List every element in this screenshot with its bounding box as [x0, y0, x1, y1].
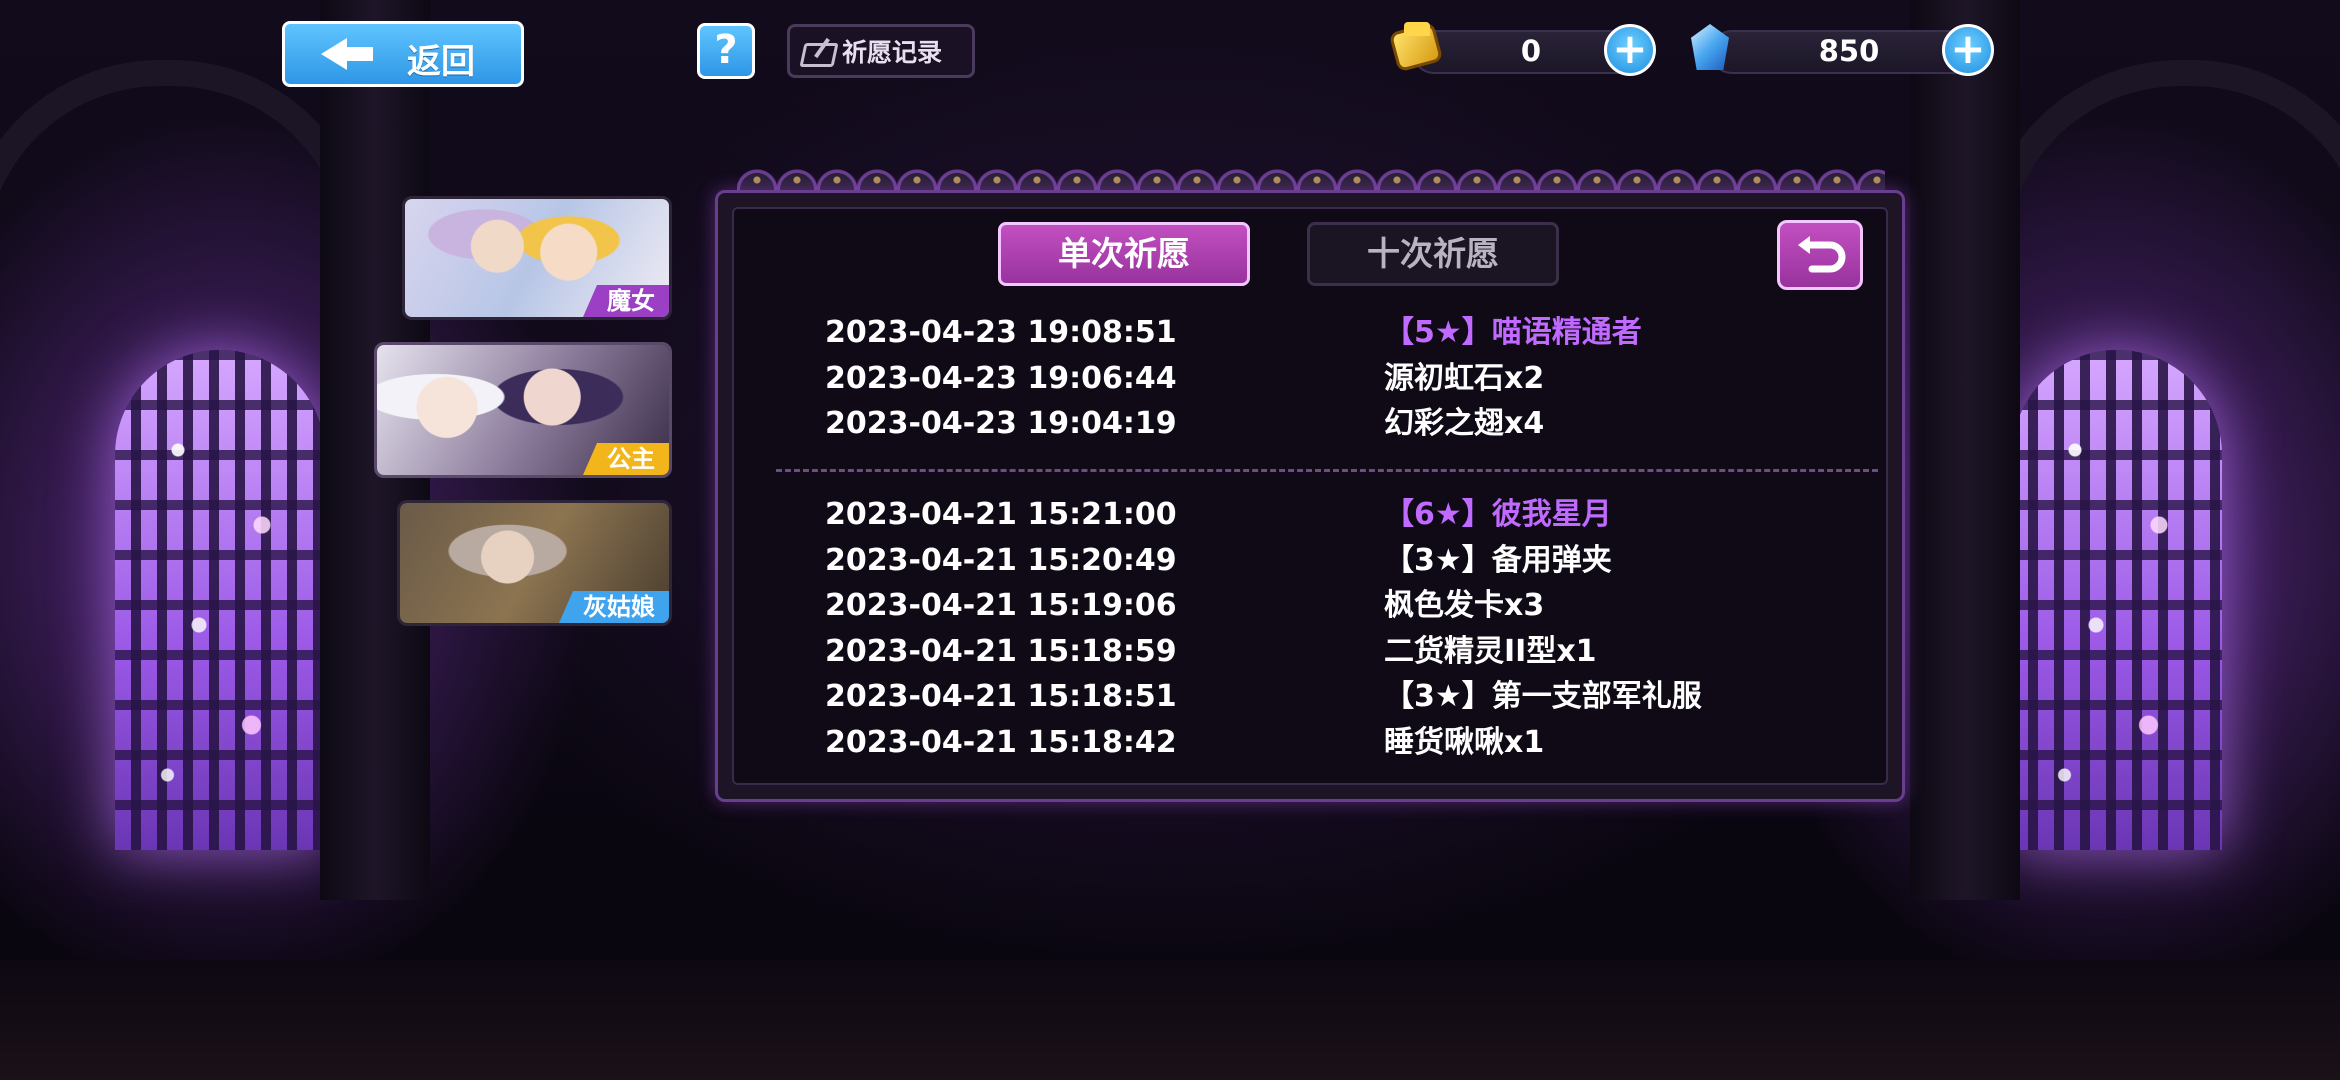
back-arrow-icon: [321, 38, 373, 70]
record-date: 2023-04-23 19:04:19: [825, 406, 1177, 441]
ticket-icon: [1392, 22, 1442, 74]
tab-princess-label: 公主: [583, 443, 669, 475]
record-row: 2023-04-21 15:20:49 【3★】备用弹夹: [825, 538, 1825, 584]
record-item: 【6★】彼我星月: [1384, 497, 1612, 532]
record-row: 2023-04-23 19:08:51 【5★】喵语精通者: [825, 310, 1825, 356]
record-item: 幻彩之翅x4: [1384, 406, 1545, 441]
gem-icon: [1685, 20, 1735, 76]
wish-record-button[interactable]: 祈愿记录: [787, 24, 975, 78]
right-pillar: [1910, 0, 2020, 900]
record-group-1: 2023-04-23 19:08:51 【5★】喵语精通者 2023-04-23…: [825, 310, 1825, 447]
tab-witch-label: 魔女: [583, 285, 669, 317]
record-date: 2023-04-21 15:18:51: [825, 679, 1177, 714]
back-button[interactable]: 返回: [282, 21, 524, 87]
right-stained-window: [2012, 350, 2222, 850]
record-date: 2023-04-21 15:19:06: [825, 588, 1177, 623]
record-date: 2023-04-23 19:06:44: [825, 360, 1177, 396]
record-item: 枫色发卡x3: [1384, 588, 1545, 623]
left-stained-window: [115, 350, 325, 850]
record-row: 2023-04-23 19:06:44 源初虹石x2: [825, 356, 1825, 402]
record-row: 2023-04-21 15:18:59 二货精灵II型x1: [825, 629, 1825, 675]
record-row: 2023-04-21 15:18:42 睡货啾啾x1: [825, 720, 1825, 766]
record-group-2: 2023-04-21 15:21:00 【6★】彼我星月 2023-04-21 …: [825, 492, 1825, 765]
tab-single-wish[interactable]: 单次祈愿: [998, 222, 1250, 286]
back-button-label: 返回: [407, 42, 475, 82]
record-item: 【5★】喵语精通者: [1384, 315, 1642, 350]
undo-arrow-icon: [1798, 236, 1846, 273]
add-ticket-button[interactable]: +: [1604, 24, 1656, 76]
tab-cinderella[interactable]: 灰姑娘: [397, 500, 672, 626]
wish-record-label: 祈愿记录: [842, 38, 943, 67]
record-row: 2023-04-21 15:21:00 【6★】彼我星月: [825, 492, 1825, 538]
tab-witch[interactable]: 魔女: [402, 196, 672, 320]
tab-cinderella-label: 灰姑娘: [559, 591, 669, 623]
record-item: 【3★】备用弹夹: [1384, 542, 1612, 578]
record-item: 睡货啾啾x1: [1384, 724, 1545, 760]
group-divider: [776, 469, 1878, 472]
record-date: 2023-04-23 19:08:51: [825, 315, 1177, 350]
record-row: 2023-04-21 15:19:06 枫色发卡x3: [825, 583, 1825, 629]
record-item: 【3★】第一支部军礼服: [1384, 679, 1702, 714]
record-date: 2023-04-21 15:18:59: [825, 633, 1177, 669]
record-date: 2023-04-21 15:21:00: [825, 497, 1177, 532]
record-item: 二货精灵II型x1: [1384, 633, 1597, 669]
record-book-icon: [800, 37, 836, 65]
record-row: 2023-04-23 19:04:19 幻彩之翅x4: [825, 401, 1825, 447]
record-item: 源初虹石x2: [1384, 360, 1545, 396]
tab-princess[interactable]: 公主: [374, 342, 672, 478]
help-button[interactable]: ?: [697, 23, 755, 79]
return-button[interactable]: [1777, 220, 1863, 290]
add-gem-button[interactable]: +: [1942, 24, 1994, 76]
record-row: 2023-04-21 15:18:51 【3★】第一支部军礼服: [825, 674, 1825, 720]
floor: [0, 960, 2340, 1080]
panel-trim-gems: [737, 170, 1885, 190]
record-date: 2023-04-21 15:18:42: [825, 724, 1177, 760]
record-date: 2023-04-21 15:20:49: [825, 542, 1177, 578]
tab-ten-wish[interactable]: 十次祈愿: [1307, 222, 1559, 286]
